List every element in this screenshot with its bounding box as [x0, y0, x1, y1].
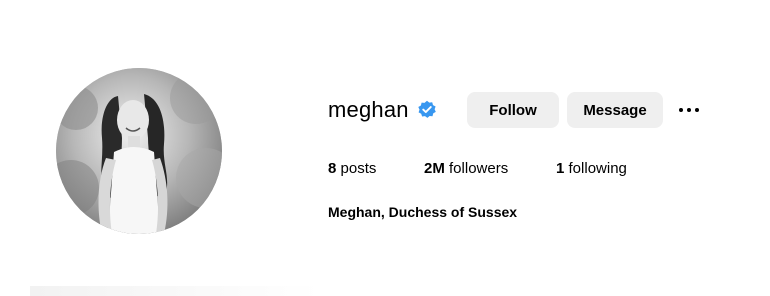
- message-button[interactable]: Message: [567, 92, 663, 128]
- verified-badge-icon: [417, 100, 437, 120]
- followers-label: followers: [449, 160, 509, 177]
- following-label: following: [568, 160, 627, 177]
- more-options-icon[interactable]: [674, 96, 704, 124]
- following-count: 1: [556, 160, 565, 177]
- follow-button[interactable]: Follow: [467, 92, 559, 128]
- profile-avatar[interactable]: [56, 68, 222, 234]
- followers-stat[interactable]: 2M followers: [424, 160, 556, 177]
- followers-count: 2M: [424, 160, 445, 177]
- posts-label: posts: [340, 160, 377, 177]
- username[interactable]: meghan: [328, 97, 409, 123]
- profile-full-name: Meghan, Duchess of Sussex: [328, 204, 518, 220]
- avatar-photo: [56, 68, 222, 234]
- posts-count: 8: [328, 160, 337, 177]
- username-row: meghan: [328, 90, 437, 130]
- following-stat[interactable]: 1 following: [556, 160, 627, 177]
- posts-stat[interactable]: 8 posts: [328, 160, 424, 177]
- profile-stats: 8 posts 2M followers 1 following: [328, 160, 627, 177]
- bio-area-edge: [30, 286, 320, 296]
